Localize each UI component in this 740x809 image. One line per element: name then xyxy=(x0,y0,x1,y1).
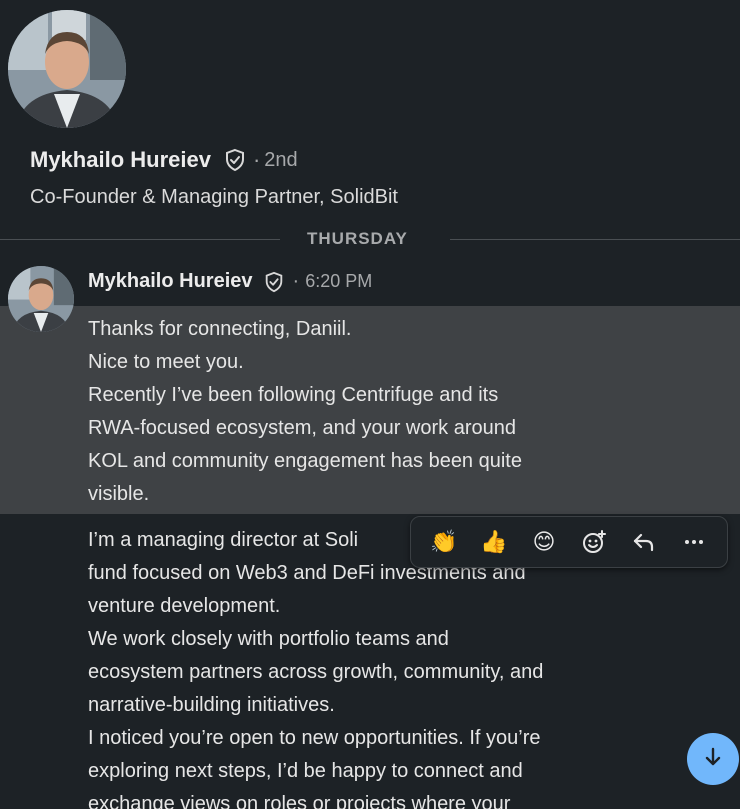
message-line: Nice to meet you. xyxy=(88,351,244,373)
profile-headline: Co-Founder & Managing Partner, SolidBit xyxy=(30,186,398,208)
more-icon[interactable] xyxy=(676,524,712,560)
message-header: Mykhailo Hureiev · 6:20 PM xyxy=(88,270,372,293)
message-line: venture development. xyxy=(88,595,281,617)
date-label: THURSDAY xyxy=(307,229,408,248)
message-line: I noticed you’re open to new opportuniti… xyxy=(88,727,541,749)
profile-avatar[interactable] xyxy=(8,10,126,128)
message-time-separator: · xyxy=(292,270,300,292)
message-line: RWA-focused ecosystem, and your work aro… xyxy=(88,417,516,439)
smile-icon[interactable]: 😊 xyxy=(526,524,562,560)
clap-icon[interactable]: 👏 xyxy=(426,524,462,560)
message-line: exploring next steps, I’d be happy to co… xyxy=(88,760,523,782)
message-line: exchange views on roles or projects wher… xyxy=(88,793,511,809)
message-line: visible. xyxy=(88,483,150,505)
message-line: KOL and community engagement has been qu… xyxy=(88,450,522,472)
messaging-thread: Mykhailo Hureiev · 2nd Co-Founder & Mana… xyxy=(0,0,740,809)
reply-icon[interactable] xyxy=(626,524,662,560)
thumbs-up-icon[interactable]: 👍 xyxy=(476,524,512,560)
verified-shield-icon xyxy=(223,148,247,172)
reaction-toolbar: 👏 👍 😊 xyxy=(410,516,728,568)
message-timestamp: 6:20 PM xyxy=(305,271,373,291)
degree-separator: · xyxy=(252,147,261,172)
message-line: narrative-building initiatives. xyxy=(88,694,335,716)
sender-avatar[interactable] xyxy=(8,266,74,332)
profile-name[interactable]: Mykhailo Hureiev xyxy=(30,147,211,173)
message-line: We work closely with portfolio teams and xyxy=(88,628,449,650)
scroll-to-bottom-button[interactable] xyxy=(687,733,739,785)
arrow-down-icon xyxy=(701,745,725,774)
message-line: Thanks for connecting, Daniil. xyxy=(88,318,352,340)
divider-line-right xyxy=(450,239,740,240)
divider-line-left xyxy=(0,239,280,240)
message-sender-name[interactable]: Mykhailo Hureiev xyxy=(88,270,253,293)
message-line: I’m a managing director at Soli xyxy=(88,529,359,551)
profile-name-row: Mykhailo Hureiev · 2nd xyxy=(30,147,298,173)
message-line: ecosystem partners across growth, commun… xyxy=(88,661,544,683)
date-divider: THURSDAY xyxy=(0,228,740,252)
connection-degree: 2nd xyxy=(264,148,298,171)
add-reaction-icon[interactable] xyxy=(576,524,612,560)
message-line: Recently I’ve been following Centrifuge … xyxy=(88,384,499,406)
verified-shield-icon xyxy=(263,271,285,293)
